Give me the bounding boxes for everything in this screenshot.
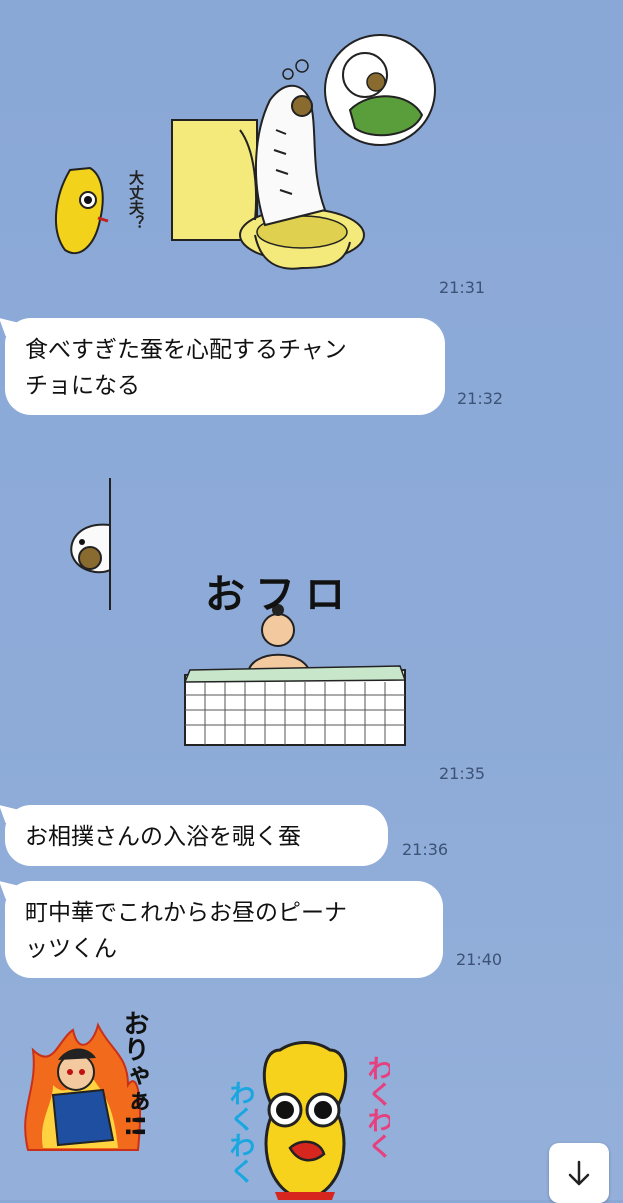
sticker-silkworm-toilet[interactable]: 大丈夫？: [40, 20, 440, 280]
thought-bubble-icon: [324, 34, 436, 146]
message-time: 21:35: [439, 764, 486, 783]
sticker-peanut-wakuwaku[interactable]: わくわく わくわく: [220, 1030, 390, 1200]
message-text-line: お相撲さんの入浴を覗く蚕: [25, 824, 301, 850]
sticker-caption-left: わくわく: [225, 1080, 255, 1184]
scroll-to-bottom-button[interactable]: [549, 1143, 609, 1203]
peeking-silkworm-icon: [70, 523, 111, 574]
sticker-ofuro-sumo[interactable]: おフロ: [60, 470, 440, 755]
sticker-oriya-fire[interactable]: おりゃぁ!!: [18, 1010, 168, 1160]
message-time: 21:36: [402, 840, 449, 859]
message-text-line: 町中華でこれからお昼のピーナ: [25, 900, 347, 926]
message-text-line: チョになる: [25, 373, 140, 399]
message-text-line: ッツくん: [25, 936, 117, 962]
sticker-caption: 大丈夫？: [127, 170, 145, 230]
bubble-tail: [0, 881, 21, 899]
bubble-tail: [0, 805, 21, 823]
bubble-tail: [0, 318, 21, 336]
message-bubble[interactable]: 町中華でこれからお昼のピーナ ッツくん: [0, 881, 443, 978]
banana-character-icon: [54, 166, 109, 255]
arrow-down-icon: [568, 1160, 590, 1186]
sticker-caption: おりゃぁ!!: [119, 1010, 149, 1138]
silkworm-toilet-illustration: [54, 34, 436, 270]
silkworm-icon: [254, 59, 327, 227]
message-time: 21:31: [439, 278, 486, 297]
message-text-line: 食べすぎた蚕を心配するチャン: [25, 337, 347, 363]
message-bubble[interactable]: お相撲さんの入浴を覗く蚕: [0, 805, 388, 866]
sticker-caption-right: わくわく: [363, 1055, 390, 1159]
message-bubble[interactable]: 食べすぎた蚕を心配するチャン チョになる: [0, 318, 445, 415]
sticker-caption: おフロ: [205, 572, 355, 618]
message-time: 21:32: [457, 389, 504, 408]
bathtub-icon: [183, 665, 407, 746]
message-time: 21:40: [456, 950, 503, 969]
